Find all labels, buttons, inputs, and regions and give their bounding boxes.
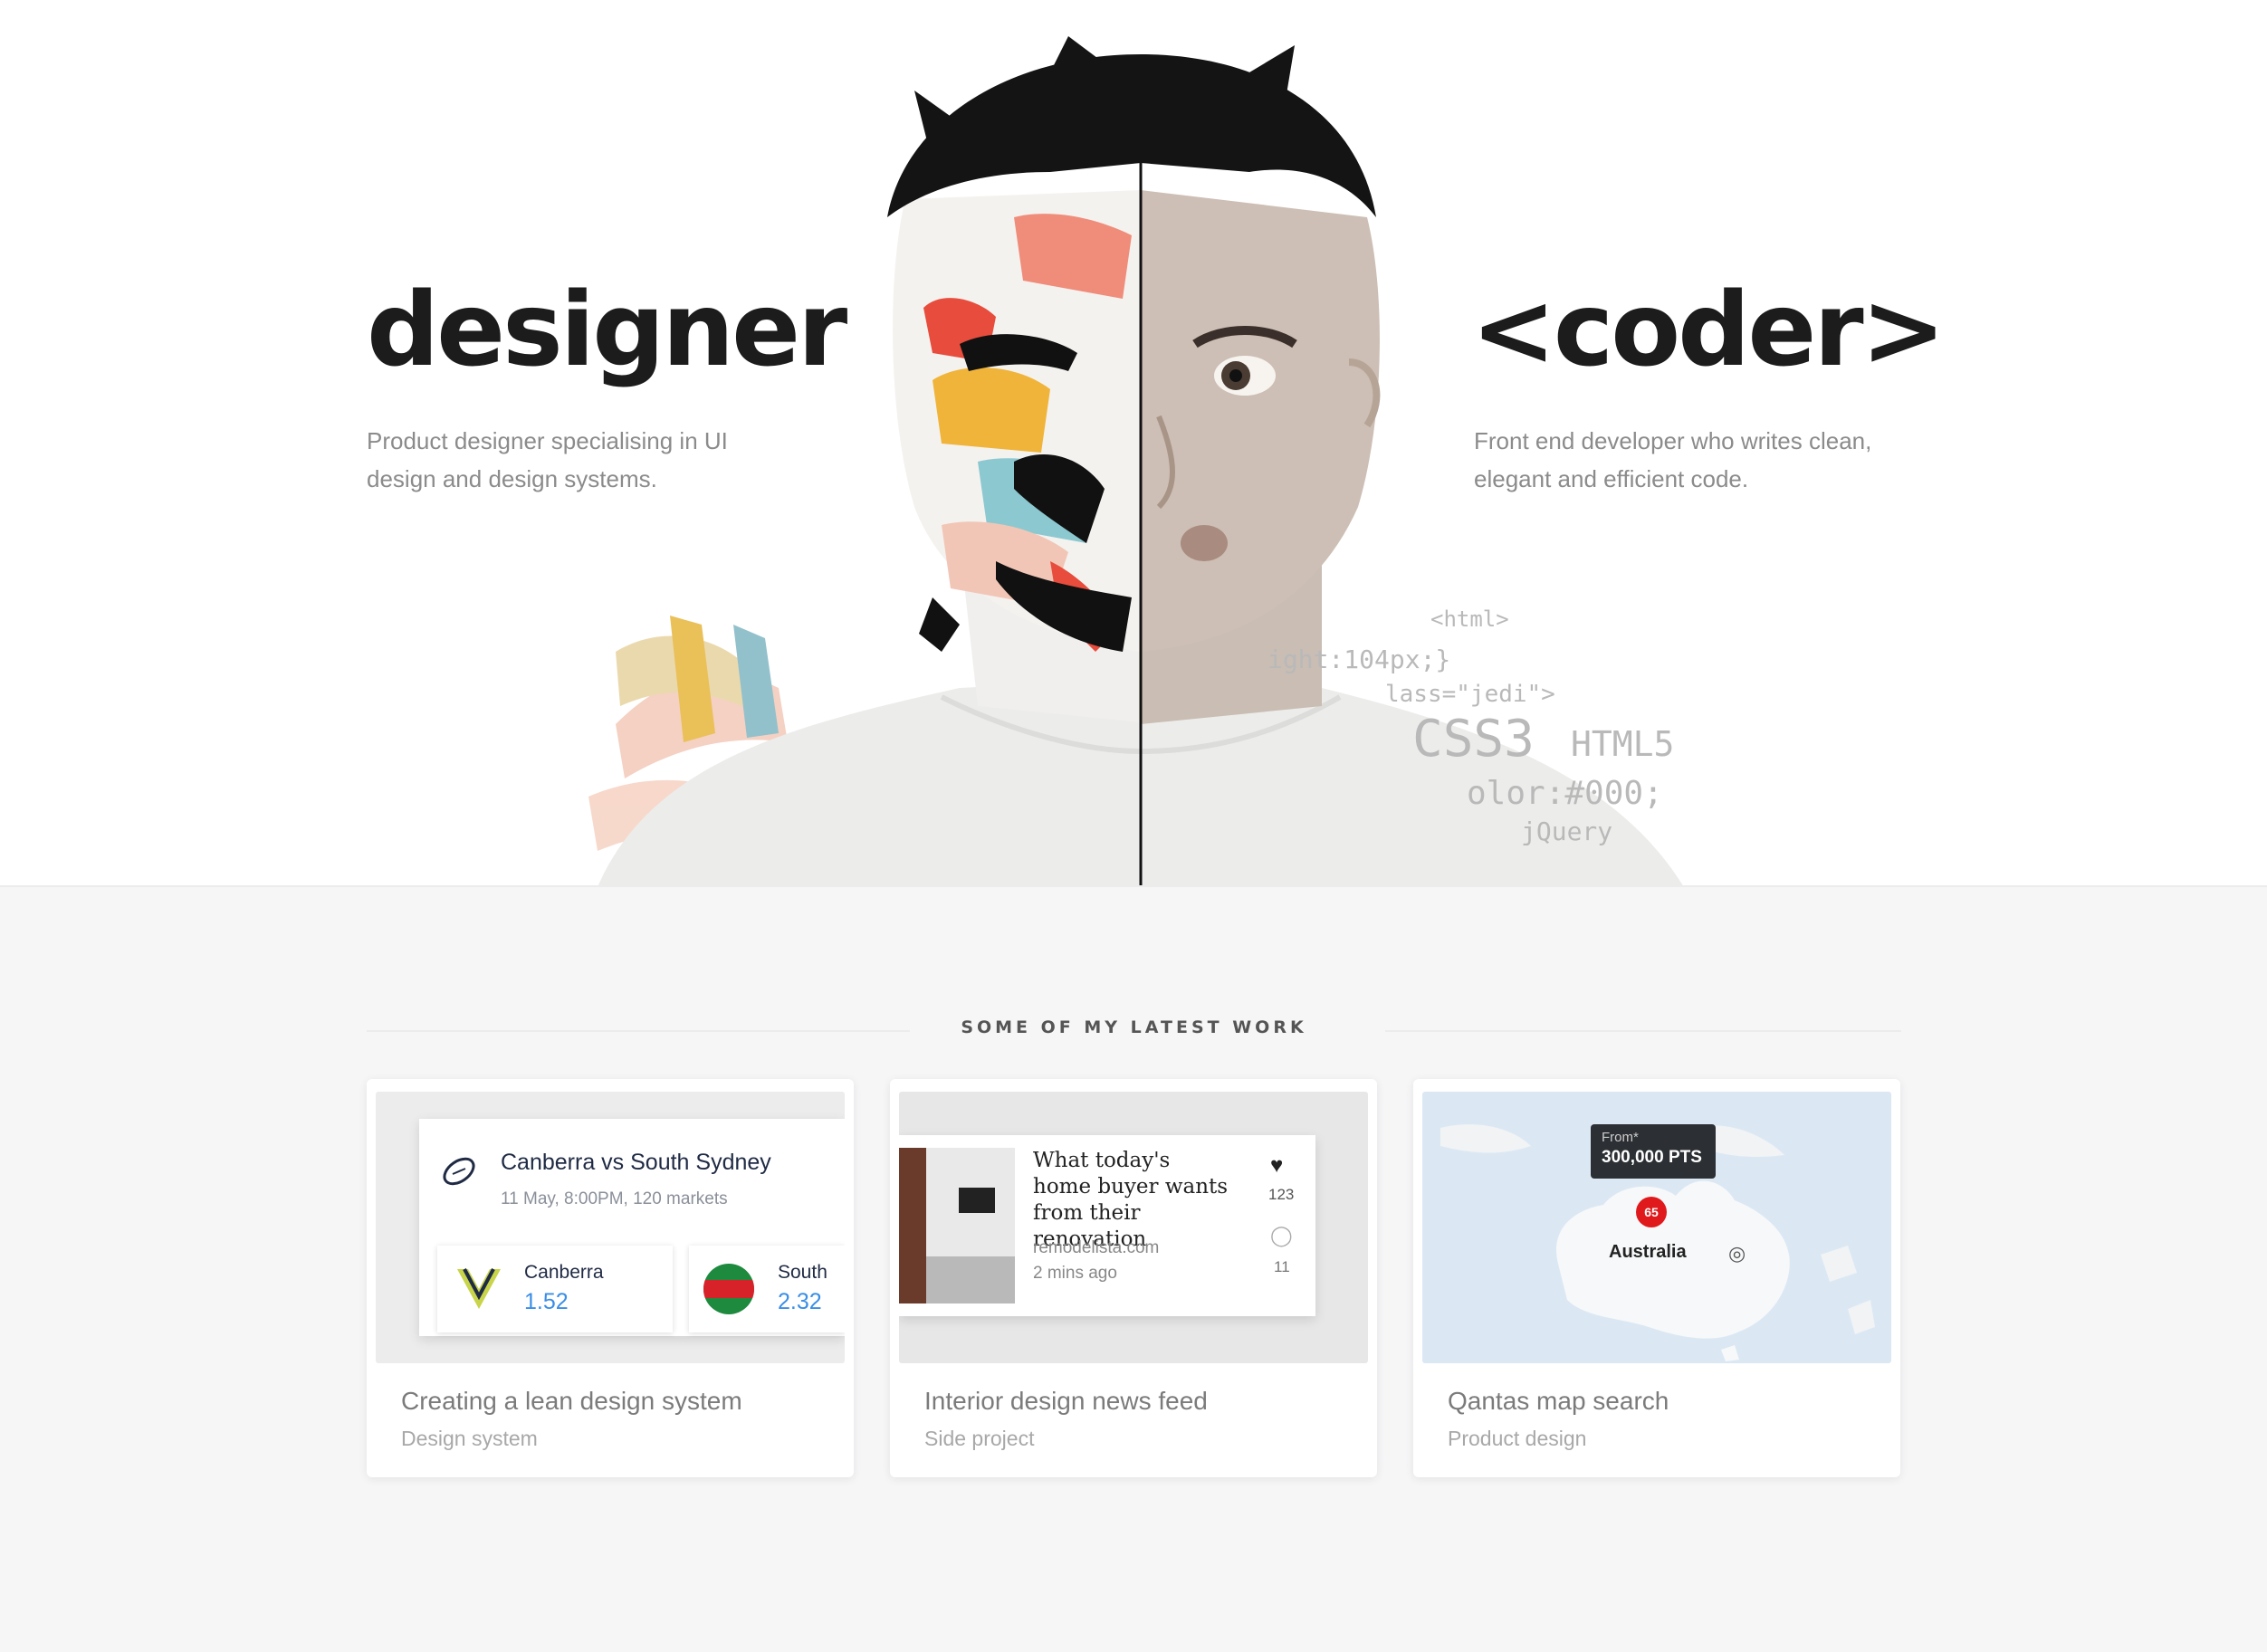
card-title[interactable]: Creating a lean design system — [401, 1387, 742, 1416]
comment-icon[interactable]: ◯ — [1270, 1224, 1293, 1247]
card-thumbnail: What today's home buyer wants from their… — [899, 1092, 1368, 1363]
latest-work-header: SOME OF MY LATEST WORK — [367, 1012, 1901, 1048]
news-headline: What today's home buyer wants from their… — [1033, 1149, 1229, 1251]
code-snippet-html5: HTML5 — [1571, 724, 1675, 764]
card-thumbnail: Canberra vs South Sydney 11 May, 8:00PM,… — [376, 1092, 845, 1363]
comments-count: 11 — [1274, 1258, 1290, 1275]
tooltip-from: From* — [1602, 1130, 1639, 1145]
news-card-preview: What today's home buyer wants from their… — [899, 1135, 1315, 1316]
likes-count: 123 — [1268, 1186, 1295, 1203]
hero-section: designer Product designer specialising i… — [0, 0, 2267, 887]
heart-icon[interactable]: ♥ — [1270, 1153, 1283, 1179]
canberra-logo-icon — [457, 1268, 501, 1309]
card-title[interactable]: Interior design news feed — [924, 1387, 1208, 1416]
work-card-news-feed[interactable]: What today's home buyer wants from their… — [890, 1079, 1377, 1477]
rugby-ball-icon — [443, 1157, 475, 1186]
card-title[interactable]: Qantas map search — [1448, 1387, 1669, 1416]
team2-name: South — [778, 1262, 827, 1283]
section-title: SOME OF MY LATEST WORK — [961, 1017, 1307, 1037]
news-image — [899, 1148, 1015, 1303]
code-snippet-class: lass="jedi"> — [1385, 681, 1555, 708]
match-card-preview: Canberra vs South Sydney 11 May, 8:00PM,… — [419, 1119, 845, 1336]
team1-odds: 1.52 — [524, 1289, 569, 1314]
team1-name: Canberra — [524, 1262, 604, 1283]
code-snippet-css3: CSS3 — [1412, 710, 1535, 769]
map-country-label: Australia — [1609, 1242, 1687, 1262]
news-time: 2 mins ago — [1033, 1264, 1117, 1283]
match-title: Canberra vs South Sydney — [501, 1150, 771, 1175]
points-tooltip: From* 300,000 PTS — [1591, 1124, 1716, 1179]
tooltip-points: 300,000 PTS — [1602, 1148, 1702, 1167]
code-snippets: <html> ight:104px;} lass="jedi"> CSS3 HT… — [1240, 597, 1802, 869]
team-canberra-box: Canberra 1.52 — [437, 1246, 673, 1332]
code-snippet-color: olor:#000; — [1467, 775, 1663, 812]
match-meta: 11 May, 8:00PM, 120 markets — [501, 1189, 728, 1208]
team2-odds: 2.32 — [778, 1289, 822, 1314]
card-category: Side project — [924, 1427, 1035, 1450]
card-category: Design system — [401, 1427, 538, 1450]
news-source: remodelista.com — [1033, 1238, 1160, 1257]
team-south-box: South 2.32 — [689, 1246, 845, 1332]
card-thumbnail: From* 300,000 PTS 65 Australia ◎ — [1422, 1092, 1891, 1363]
map-pin[interactable]: 65 — [1636, 1197, 1667, 1227]
code-snippet-jquery: jQuery — [1521, 816, 1613, 846]
target-icon[interactable]: ◎ — [1728, 1242, 1746, 1265]
work-card-qantas-map[interactable]: From* 300,000 PTS 65 Australia ◎ Qantas … — [1413, 1079, 1900, 1477]
card-category: Product design — [1448, 1427, 1587, 1450]
south-sydney-logo-icon — [703, 1264, 754, 1314]
code-snippet-html: <html> — [1430, 606, 1509, 632]
code-snippet-height: ight:104px;} — [1267, 645, 1451, 674]
work-card-design-system[interactable]: Canberra vs South Sydney 11 May, 8:00PM,… — [367, 1079, 854, 1477]
